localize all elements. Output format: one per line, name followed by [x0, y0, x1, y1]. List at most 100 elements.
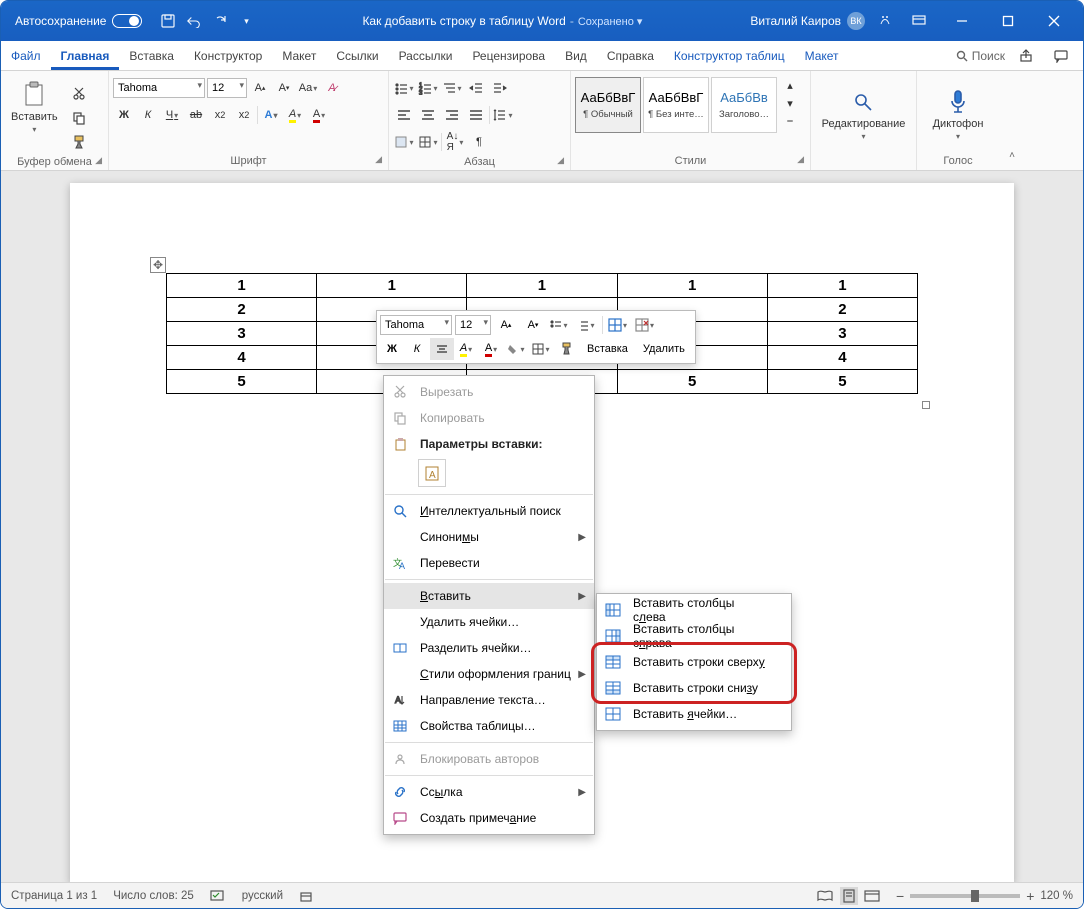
style-heading[interactable]: АаБбВвЗаголово… [711, 77, 777, 133]
sub-rows-above[interactable]: Вставить строки сверху [597, 649, 791, 675]
ctx-cut[interactable]: Вырезать [384, 379, 594, 405]
highlight-icon[interactable]: A [284, 104, 306, 126]
mini-align-center-icon[interactable] [430, 338, 454, 360]
ctx-border-styles[interactable]: Стили оформления границ▶ [384, 661, 594, 687]
read-mode-icon[interactable] [816, 889, 834, 903]
collapse-ribbon-icon[interactable]: ˄ [1001, 144, 1023, 166]
paste-button[interactable]: Вставить ▾ [5, 77, 64, 138]
ribbon-display-icon[interactable] [911, 13, 927, 29]
underline-button[interactable]: Ч [161, 104, 183, 126]
strike-button[interactable]: ab [185, 104, 207, 126]
web-layout-icon[interactable] [864, 889, 880, 903]
style-normal[interactable]: АаБбВвГ¶ Обычный [575, 77, 641, 133]
ctx-delete-cells[interactable]: Удалить ячейки… [384, 609, 594, 635]
shrink-font-icon[interactable]: A▾ [273, 77, 295, 99]
toggle-switch-icon[interactable] [112, 14, 142, 28]
zoom-slider[interactable] [910, 894, 1020, 898]
status-spellcheck-icon[interactable] [210, 889, 226, 903]
align-center-icon[interactable] [417, 104, 439, 126]
styles-gallery-nav[interactable]: ▴ ▾ ⎯ [779, 77, 801, 129]
ctx-table-props[interactable]: Свойства таблицы… [384, 713, 594, 739]
page[interactable]: ✥ 11111 22 33 44 55555 Tahoma 12 A▴ A▾ [70, 183, 1014, 882]
subscript-button[interactable]: x2 [209, 104, 231, 126]
mini-insert-icon[interactable] [606, 314, 630, 336]
saved-status[interactable]: Сохранено ▾ [578, 15, 643, 28]
ctx-text-direction[interactable]: АНаправление текста… [384, 687, 594, 713]
comments-button[interactable] [1049, 44, 1073, 68]
decrease-indent-icon[interactable] [465, 77, 487, 99]
mini-font-family[interactable]: Tahoma [380, 315, 452, 335]
increase-indent-icon[interactable] [489, 77, 511, 99]
mini-shading-icon[interactable] [505, 338, 529, 360]
change-case-icon[interactable]: Aa [297, 77, 319, 99]
clear-format-icon[interactable]: A̷ [321, 77, 343, 99]
text-effects-icon[interactable]: A [260, 104, 282, 126]
user-area[interactable]: Виталий Каиров ВК [750, 12, 865, 30]
mini-shrink-font[interactable]: A▾ [521, 314, 545, 336]
status-page[interactable]: Страница 1 из 1 [11, 890, 97, 902]
sub-cols-right[interactable]: Вставить столбцы справа [597, 623, 791, 649]
cut-icon[interactable] [68, 83, 90, 105]
mini-bullets-icon[interactable] [548, 314, 572, 336]
mini-bold[interactable]: Ж [380, 338, 404, 360]
zoom-out[interactable]: − [896, 888, 904, 904]
mini-numbering-icon[interactable] [575, 314, 599, 336]
mini-font-color-icon[interactable]: A [480, 338, 504, 360]
qat-dropdown-icon[interactable]: ▾ [238, 13, 254, 29]
ctx-translate[interactable]: 文AПеревести [384, 550, 594, 576]
ctx-synonyms[interactable]: Синонимы▶ [384, 524, 594, 550]
tab-design[interactable]: Конструктор [184, 41, 272, 70]
launcher-icon[interactable]: ◢ [797, 154, 804, 165]
ctx-link[interactable]: Ссылка▶ [384, 779, 594, 805]
zoom-in[interactable]: + [1026, 888, 1034, 904]
table-move-handle[interactable]: ✥ [150, 257, 166, 273]
tab-review[interactable]: Рецензирова [462, 41, 555, 70]
status-language[interactable]: русский [242, 890, 283, 902]
tab-layout[interactable]: Макет [272, 41, 326, 70]
maximize-button[interactable] [985, 1, 1031, 41]
bold-button[interactable]: Ж [113, 104, 135, 126]
multilevel-icon[interactable] [441, 77, 463, 99]
mini-delete-icon[interactable] [633, 314, 657, 336]
tab-table-design[interactable]: Конструктор таблиц [664, 41, 795, 70]
table-resize-handle[interactable] [922, 401, 930, 409]
borders-icon[interactable] [417, 131, 439, 153]
ctx-smart-lookup[interactable]: Интеллектуальный поиск [384, 498, 594, 524]
tab-help[interactable]: Справка [597, 41, 664, 70]
copy-icon[interactable] [68, 107, 90, 129]
status-words[interactable]: Число слов: 25 [113, 890, 194, 902]
ctx-block-authors[interactable]: Блокировать авторов [384, 746, 594, 772]
sort-icon[interactable]: А↓Я [444, 131, 466, 153]
align-right-icon[interactable] [441, 104, 463, 126]
tab-view[interactable]: Вид [555, 41, 597, 70]
grow-font-icon[interactable]: A▴ [249, 77, 271, 99]
tab-mailings[interactable]: Рассылки [389, 41, 463, 70]
undo-icon[interactable] [186, 13, 202, 29]
launcher-icon[interactable]: ◢ [375, 154, 382, 165]
ctx-split-cells[interactable]: Разделить ячейки… [384, 635, 594, 661]
italic-button[interactable]: К [137, 104, 159, 126]
launcher-icon[interactable]: ◢ [557, 155, 564, 166]
tab-references[interactable]: Ссылки [326, 41, 388, 70]
ctx-copy[interactable]: Копировать [384, 405, 594, 431]
tab-table-layout[interactable]: Макет [795, 41, 849, 70]
shading-icon[interactable] [393, 131, 415, 153]
sub-cells[interactable]: Вставить ячейки… [597, 701, 791, 727]
tab-insert[interactable]: Вставка [119, 41, 184, 70]
mini-font-size[interactable]: 12 [455, 315, 491, 335]
bullets-icon[interactable] [393, 77, 415, 99]
font-color-icon[interactable]: A [308, 104, 330, 126]
minimize-button[interactable] [939, 1, 985, 41]
dictate-button[interactable]: Диктофон ▾ [927, 84, 990, 145]
ctx-insert[interactable]: Вставить▶ [384, 583, 594, 609]
mini-grow-font[interactable]: A▴ [494, 314, 518, 336]
share-button[interactable] [1015, 44, 1039, 68]
editing-button[interactable]: Редактирование ▾ [816, 84, 912, 145]
show-marks-icon[interactable]: ¶ [468, 131, 490, 153]
font-family-select[interactable]: Tahoma [113, 78, 205, 98]
tab-file[interactable]: Файл [1, 41, 51, 70]
line-spacing-icon[interactable] [492, 104, 514, 126]
numbering-icon[interactable]: 123 [417, 77, 439, 99]
ctx-new-comment[interactable]: Создать примечание [384, 805, 594, 831]
sub-rows-below[interactable]: Вставить строки снизу [597, 675, 791, 701]
